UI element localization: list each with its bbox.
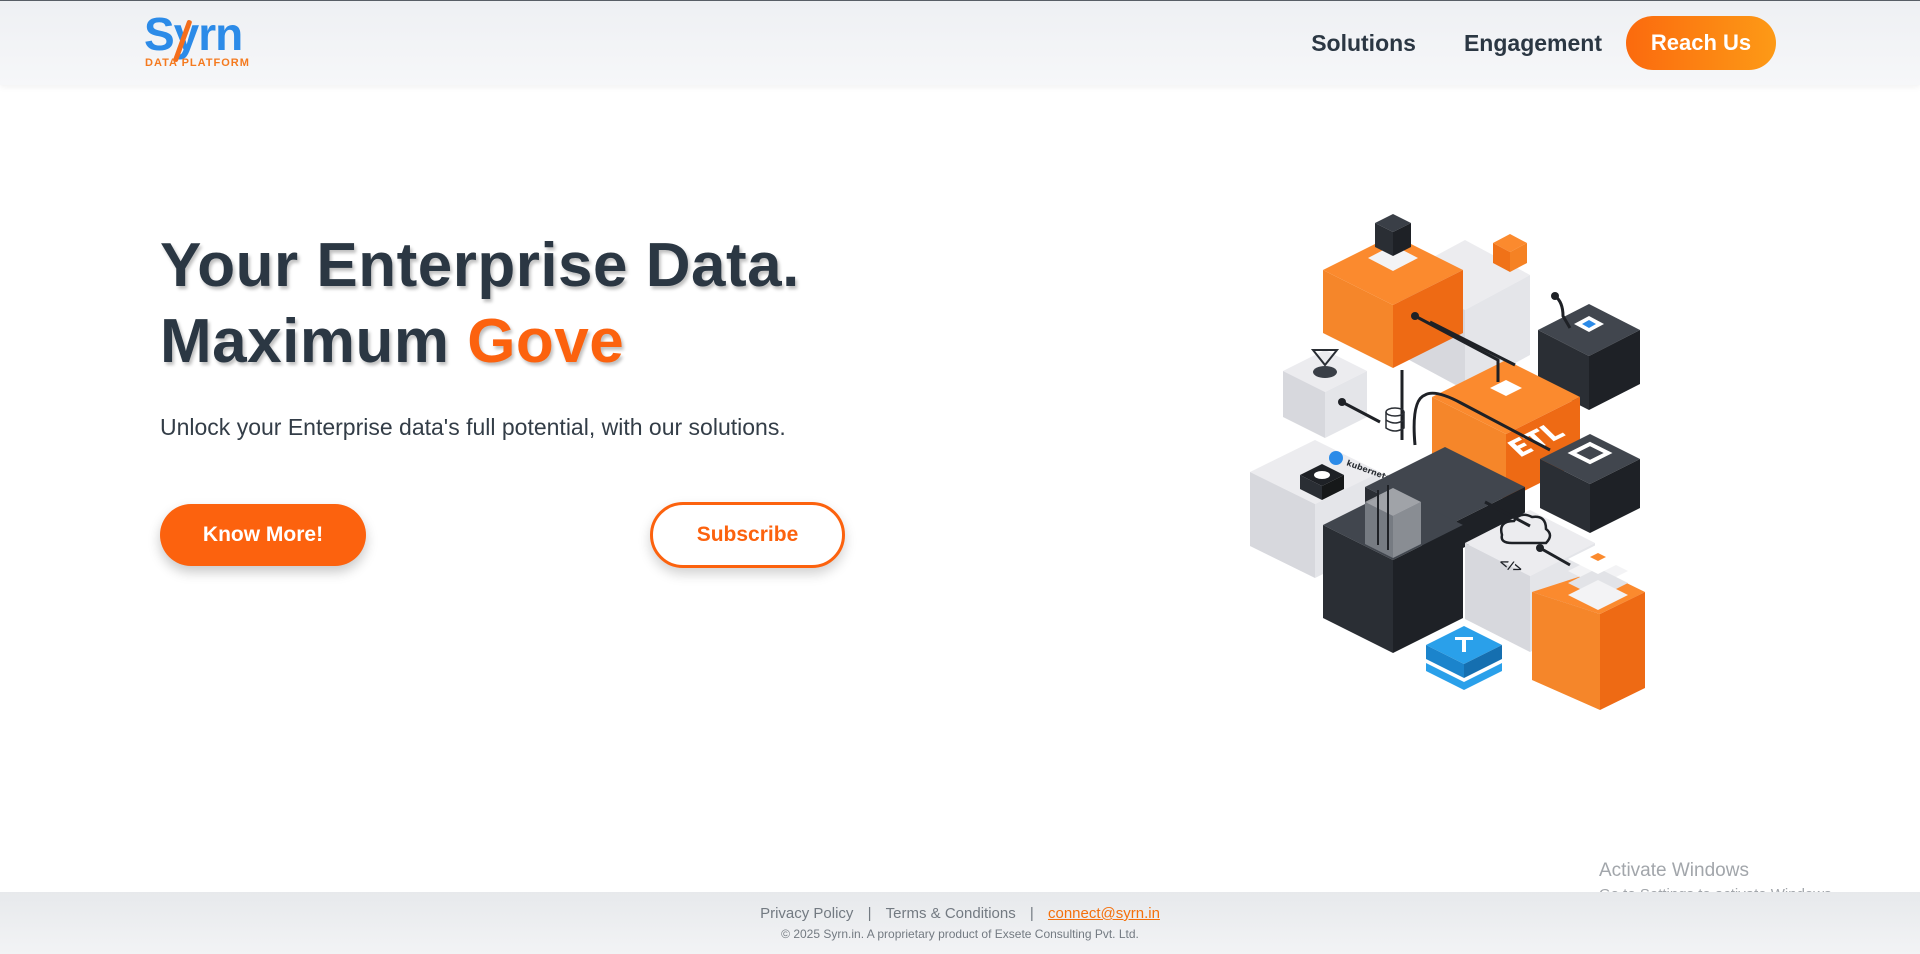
footer-links: Privacy Policy | Terms & Conditions | co… [0, 905, 1920, 922]
blue-stack-cube [1426, 626, 1502, 690]
watermark-title: Activate Windows [1599, 860, 1749, 881]
reach-us-button[interactable]: Reach Us [1626, 16, 1776, 70]
light-cube-left [1283, 349, 1367, 438]
site-footer: Privacy Policy | Terms & Conditions | co… [0, 892, 1920, 954]
subscribe-button[interactable]: Subscribe [650, 502, 845, 568]
hero-subtitle: Unlock your Enterprise data's full poten… [160, 414, 786, 440]
terms-link[interactable]: Terms & Conditions [886, 905, 1016, 922]
email-link[interactable]: connect@syrn.in [1048, 905, 1160, 922]
footer-separator: | [867, 905, 872, 922]
privacy-policy-link[interactable]: Privacy Policy [760, 905, 853, 922]
hero-title: Your Enterprise Data. Maximum Gove [160, 228, 800, 380]
logo-subtitle: DATA PLATFORM [145, 57, 250, 69]
nav-solutions[interactable]: Solutions [1311, 30, 1416, 57]
know-more-button[interactable]: Know More! [160, 504, 366, 566]
isometric-data-cubes-illustration: kubernetes ETL </> [1250, 214, 1645, 710]
hero-title-line1: Your Enterprise Data. [160, 231, 800, 300]
site-header: Syrn DATA PLATFORM Solutions Engagement … [0, 1, 1920, 85]
main-nav: Solutions Engagement Reach Us [1311, 15, 1776, 71]
syrn-logo[interactable]: Syrn DATA PLATFORM [144, 9, 254, 75]
logo-wordmark: Syrn [144, 8, 243, 60]
hero-title-line2-prefix: Maximum [160, 307, 468, 376]
copyright-text: © 2025 Syrn.in. A proprietary product of… [781, 927, 1139, 941]
footer-separator: | [1029, 905, 1034, 922]
hero-title-accent: Gove [467, 307, 625, 376]
nav-engagement[interactable]: Engagement [1464, 30, 1602, 57]
